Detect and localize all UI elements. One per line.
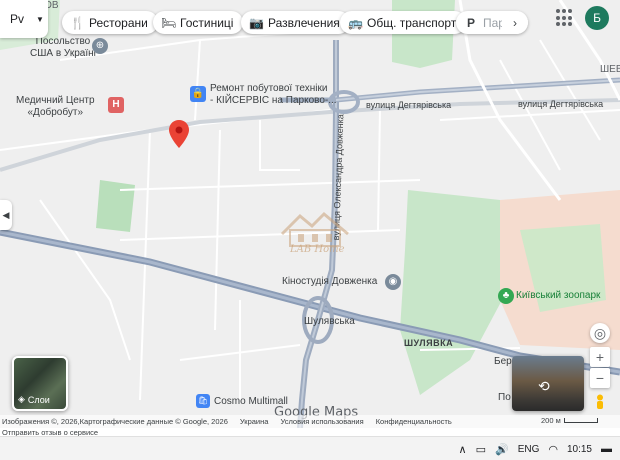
street-label-degtyarivska-2: вулиця Дегтярівська bbox=[518, 99, 604, 109]
street-view-thumbnail[interactable]: ⟲ bbox=[512, 356, 584, 411]
street-label-cut: Бер bbox=[494, 356, 512, 367]
camera-icon: 📷 bbox=[249, 15, 264, 30]
park-right bbox=[400, 190, 502, 395]
volume-icon[interactable]: 🔊 bbox=[495, 443, 509, 456]
collapse-panel-button[interactable]: ◀ bbox=[0, 200, 12, 230]
network-icon[interactable]: ▭ bbox=[476, 443, 486, 456]
pegman-icon[interactable] bbox=[593, 394, 607, 410]
attribution-bar: Изображения ©, 2026,Картографические дан… bbox=[0, 415, 620, 428]
embassy-icon[interactable]: ⊕ bbox=[92, 38, 108, 54]
chip-restaurants[interactable]: 🍴 Ресторани bbox=[62, 11, 158, 34]
chip-hotels[interactable]: 🛏 Гостиниці bbox=[153, 11, 244, 34]
chevron-down-icon[interactable]: ▼ bbox=[36, 15, 44, 24]
layers-button[interactable]: ◈ Слои bbox=[12, 356, 68, 411]
language-indicator[interactable]: ENG bbox=[518, 444, 540, 455]
my-location-button[interactable]: ◎ bbox=[590, 323, 610, 343]
wifi-icon[interactable]: ◠ bbox=[548, 443, 558, 456]
scale-bar: 200 м bbox=[541, 416, 598, 425]
chip-entertainment[interactable]: 📷 Развлечения bbox=[241, 11, 350, 34]
restaurant-icon: 🍴 bbox=[70, 15, 85, 30]
search-box[interactable]: Pv ▼ bbox=[0, 0, 48, 38]
shop-icon[interactable]: 🔒 bbox=[190, 86, 206, 102]
notifications-icon[interactable]: ▬ bbox=[601, 443, 612, 455]
parking-icon: P bbox=[466, 15, 475, 30]
studio-icon[interactable]: ◉ bbox=[385, 274, 401, 290]
clinic-label[interactable]: Медичний Центр «Добробут» bbox=[16, 95, 95, 119]
zoo-icon[interactable]: ♣ bbox=[498, 288, 514, 304]
language-label: Pv bbox=[10, 12, 25, 26]
studio-label[interactable]: Кіностудія Довженка bbox=[282, 276, 377, 288]
chips-scroll-right[interactable]: › bbox=[502, 11, 528, 34]
scale-label: 200 м bbox=[541, 416, 561, 425]
metro-label[interactable]: Шулявська bbox=[304, 316, 355, 328]
mall-icon[interactable]: 🛍 bbox=[196, 394, 210, 408]
embassy-label[interactable]: Посольство США в Україні bbox=[30, 36, 96, 60]
hotel-icon: 🛏 bbox=[161, 15, 177, 30]
terms-link[interactable]: Условия использования bbox=[280, 417, 363, 426]
chevron-up-icon[interactable]: ∧ bbox=[459, 443, 467, 456]
chip-label: Развлечения bbox=[268, 15, 340, 30]
zoo-label[interactable]: Київський зоопарк bbox=[516, 290, 600, 302]
privacy-link[interactable]: Конфиденциальность bbox=[376, 417, 452, 426]
hospital-icon[interactable]: H bbox=[108, 97, 124, 113]
location-pin-icon[interactable] bbox=[168, 119, 190, 149]
district-label-shulyavka: ШУЛЯВКА bbox=[404, 338, 454, 348]
park-small bbox=[96, 180, 135, 232]
layers-label: Слои bbox=[27, 394, 50, 405]
chip-transit[interactable]: 🚌 Общ. транспорт bbox=[340, 11, 467, 34]
country-label: Украина bbox=[239, 417, 269, 426]
layers-icon: ◈ bbox=[18, 394, 25, 404]
chip-label: Общ. транспорт bbox=[367, 15, 457, 30]
rotate-360-icon: ⟲ bbox=[538, 378, 550, 394]
zoom-in-button[interactable]: + bbox=[590, 347, 610, 367]
chip-label: Гостиниці bbox=[180, 15, 234, 30]
clock[interactable]: 10:15 bbox=[567, 444, 592, 455]
apps-grid-icon[interactable] bbox=[556, 9, 574, 27]
scale-line bbox=[563, 418, 598, 423]
zoom-out-button[interactable]: − bbox=[590, 368, 610, 388]
taskbar: ∧ ▭ 🔊 ENG ◠ 10:15 ▬ bbox=[0, 436, 620, 460]
repair-label[interactable]: Ремонт побутової техніки - КІЙСЕРВІС на … bbox=[210, 83, 337, 107]
imagery-credit: Изображения ©, 2026,Картографические дан… bbox=[2, 417, 228, 426]
watermark-text: LAB Home bbox=[290, 244, 345, 255]
transit-icon: 🚌 bbox=[348, 15, 363, 30]
chip-label: Ресторани bbox=[89, 15, 148, 30]
district-label-shev: ШЕВ bbox=[600, 64, 620, 75]
system-tray: ∧ ▭ 🔊 ENG ◠ 10:15 ▬ bbox=[459, 437, 612, 460]
street-label-degtyarivska: вулиця Дегтярівська bbox=[366, 100, 452, 110]
avatar[interactable]: Б bbox=[585, 6, 609, 30]
place-label-cut: По bbox=[498, 392, 511, 403]
